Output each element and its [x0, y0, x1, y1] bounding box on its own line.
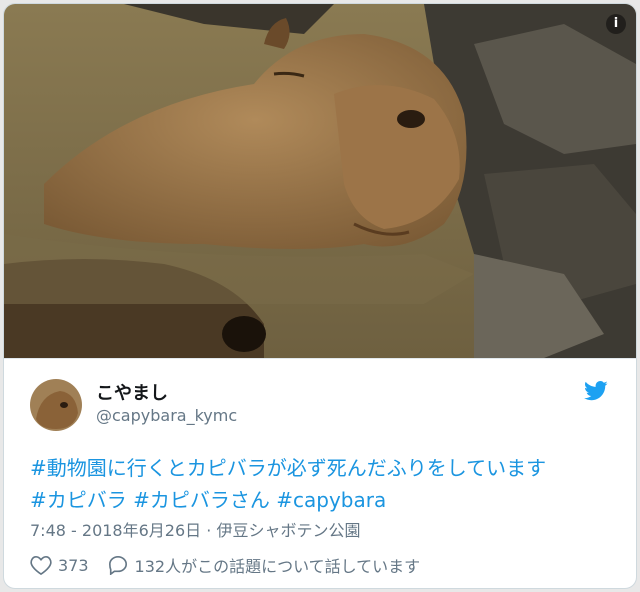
replies-text: 132人がこの話題について話しています [134, 557, 421, 576]
tweet-time[interactable]: 7:48 [30, 521, 66, 540]
tweet-date[interactable]: 2018年6月26日 [82, 521, 201, 540]
twitter-bird-icon[interactable] [584, 381, 608, 405]
tweet-text: #動物園に行くとカピバラが必ず死んだふりをしています #カピバラ #カピバラさん… [30, 452, 620, 516]
info-icon[interactable]: i [606, 14, 626, 34]
like-count: 373 [58, 555, 89, 575]
meta-separator: · [206, 521, 212, 540]
heart-icon [30, 555, 52, 575]
like-button[interactable]: 373 [30, 555, 89, 575]
reply-bubble-icon [108, 555, 127, 575]
tweet-location[interactable]: 伊豆シャボテン公園 [216, 521, 360, 540]
capybara-photo [4, 4, 636, 358]
hashtag-link[interactable]: #capybara [276, 488, 386, 512]
author-name[interactable]: こやまし [96, 379, 168, 405]
tweet-actions: 373 132人がこの話題について話しています [30, 552, 438, 578]
hashtag-link[interactable]: #カピバラさん [133, 488, 270, 512]
hashtag-link[interactable]: #動物園に行くとカピバラが必ず死んだふりをしています [30, 456, 546, 480]
avatar[interactable] [30, 379, 82, 431]
reply-button[interactable]: 132人がこの話題について話しています [107, 553, 421, 577]
author-handle[interactable]: @capybara_kymc [96, 406, 237, 425]
tweet-meta[interactable]: 7:48 - 2018年6月26日 · 伊豆シャボテン公園 [30, 517, 360, 541]
embedded-tweet-card: i こやまし @capybara_kymc #動物園に行くとカピバラが必ず死んだ… [3, 3, 637, 589]
tweet-body: こやまし @capybara_kymc #動物園に行くとカピバラが必ず死んだふり… [4, 358, 636, 588]
tweet-photo[interactable]: i [4, 4, 636, 358]
hashtag-link[interactable]: #カピバラ [30, 488, 127, 512]
